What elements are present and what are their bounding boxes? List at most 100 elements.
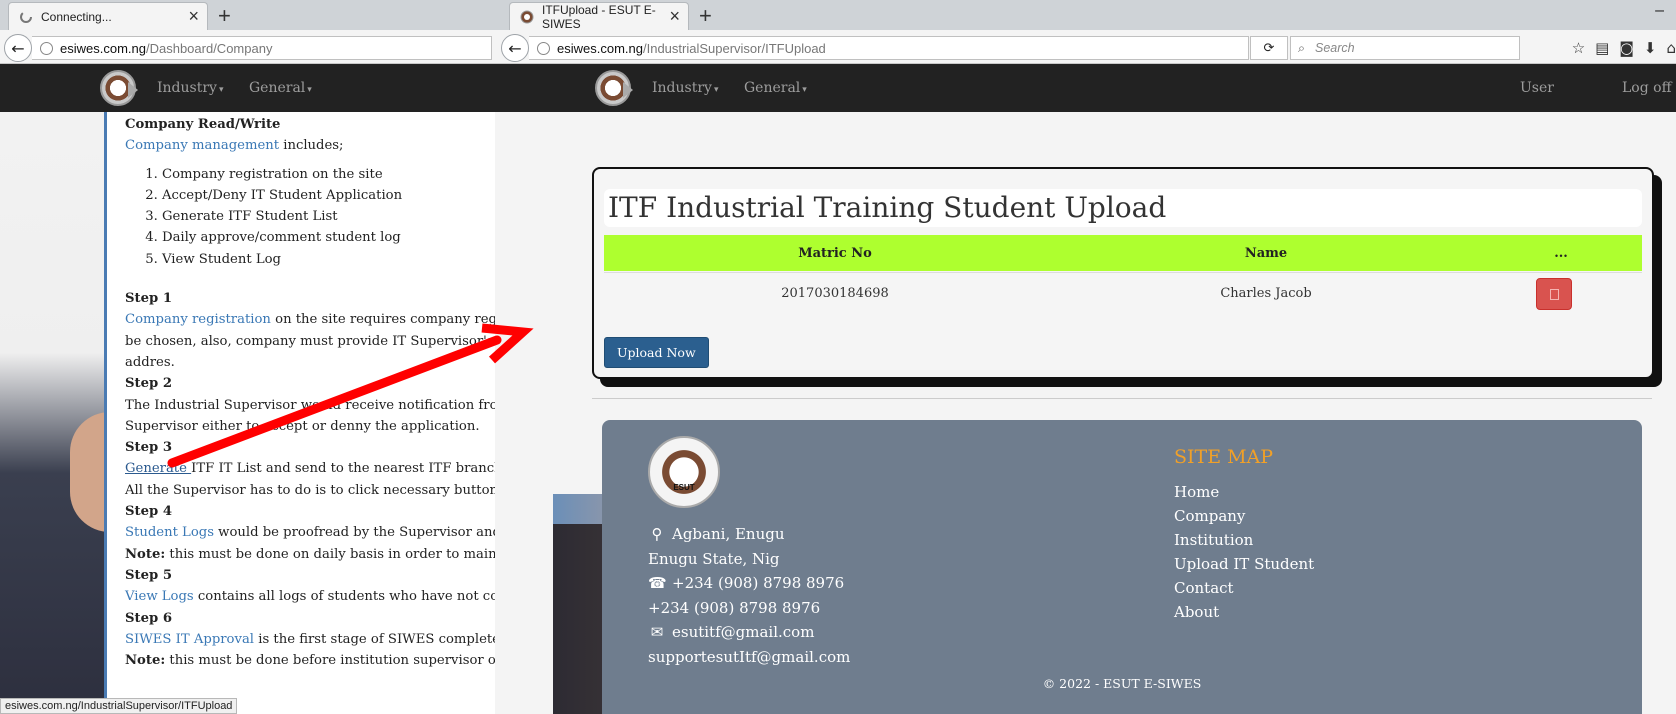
step-title: Step 3 [125,440,172,456]
article-heading: Company Read/Write [125,117,281,132]
trash-icon [1549,288,1559,300]
caret-down-icon: ▾ [802,85,807,95]
url-field[interactable]: esiwes.com.ng/Dashboard/Company [32,36,492,60]
sitemap-link-contact[interactable]: Contact [1174,576,1314,600]
sitemap-link-about[interactable]: About [1174,600,1314,624]
caret-down-icon: ▾ [713,85,719,95]
view-logs-link[interactable]: View Logs [125,589,194,604]
sitemap-link-upload-it-student[interactable]: Upload IT Student [1174,552,1314,576]
step-text: ITF IT List and send to the nearest ITF … [191,461,495,477]
step-text: be chosen, also, company must provide IT… [125,333,495,349]
phone-number: +234 (908) 8798 8976 [648,598,821,617]
globe-icon [40,42,53,55]
tab-title: Connecting... [41,9,112,24]
phone-icon: ☎ [648,574,667,592]
siwes-it-approval-link[interactable]: SIWES IT Approval [125,632,254,647]
esut-logo-icon[interactable] [595,70,633,106]
pocket-icon[interactable]: ◙ [1619,39,1634,57]
student-logs-link[interactable]: Student Logs [125,525,214,540]
list-item: Accept/Deny IT Student Application [162,185,495,206]
sitemap-link-company[interactable]: Company [1174,504,1314,528]
sitemap-link-institution[interactable]: Institution [1174,528,1314,552]
back-button[interactable]: ← [4,34,32,62]
new-tab-icon[interactable]: + [699,3,712,29]
caret-down-icon: ▾ [218,85,224,95]
back-button[interactable]: ← [501,34,529,62]
navbar: Industry ▾ General ▾ User Log off [495,64,1676,112]
sitemap-title: SITE MAP [1174,446,1274,468]
background-photo [0,112,110,714]
matric-no-cell: 2017030184698 [781,286,889,301]
nav-industry-label: Industry [652,80,712,96]
company-registration-link[interactable]: Company registration [125,312,271,327]
minimize-window-icon[interactable]: – [1655,2,1664,20]
address-line: Agbani, Enugu [672,525,785,543]
nav-user-link[interactable]: User [1520,80,1554,96]
nav-logoff-link[interactable]: Log off [1622,80,1672,96]
phone-number: +234 (908) 8798 8976 [672,574,845,592]
bookmark-star-icon[interactable]: ☆ [1572,39,1585,57]
copyright: © 2022 - ESUT E-SIWES [1042,676,1202,691]
nav-general-dropdown[interactable]: General ▾ [249,80,312,96]
home-icon[interactable]: ⌂ [1666,39,1676,57]
page-body: Company Read/Write Company management in… [0,112,495,714]
table-row: 2017030184698 Charles Jacob [604,272,1642,314]
step-text: contains all logs of students who have n… [193,589,495,605]
download-icon[interactable]: ⬇ [1644,39,1657,57]
new-tab-icon[interactable]: + [218,3,231,29]
envelope-icon: ✉ [650,623,664,641]
step-text: All the Supervisor has to do is to click… [125,482,495,498]
delete-row-button[interactable] [1536,278,1572,310]
site-footer: ESUT ⚲ Agbani, Enugu Enugu State, Nig ☎ +2… [602,420,1642,714]
list-item: Daily approve/comment student log [162,227,495,248]
list-item: Generate ITF Student List [162,206,495,227]
step-text: The Industrial Supervisor would receive … [125,397,495,413]
sitemap-link-home[interactable]: Home [1174,480,1314,504]
nav-industry-dropdown[interactable]: Industry ▾ [157,80,223,96]
search-placeholder: Search [1315,41,1355,55]
close-tab-icon[interactable]: × [188,7,199,25]
search-icon: ⌕ [1298,40,1306,55]
nav-general-label: General [249,80,306,96]
step-text: would be proofread by the Supervisor and… [213,525,495,541]
step-text: addres. [125,354,175,370]
url-path: /IndustrialSupervisor/ITFUpload [642,40,826,56]
help-article: Company Read/Write Company management in… [104,112,495,714]
tab-title: ITFUpload - ESUT E-SIWES [542,2,656,31]
upload-now-button[interactable]: Upload Now [604,337,709,368]
navbar: Industry ▾ General ▾ [0,64,495,112]
column-header: Name [1244,245,1288,261]
logo-text: ESUT [673,483,695,492]
status-bar: esiwes.com.ng/IndustrialSupervisor/ITFUp… [0,698,238,714]
url-host: esiwes.com.ng [557,40,643,56]
nav-general-dropdown[interactable]: General ▾ [744,80,807,96]
tab-connecting[interactable]: Connecting... × [8,2,208,30]
step-text: is the first stage of SIWES complete pro [258,631,495,647]
email-address: supportesutItf@gmail.com [648,647,851,666]
search-input[interactable]: ⌕ Search [1290,36,1520,60]
step-title: Step 6 [125,610,172,626]
url-path: /Dashboard/Company [145,40,273,56]
company-management-link[interactable]: Company management [125,138,279,153]
name-cell: Charles Jacob [1220,286,1312,301]
tab-itfupload[interactable]: ITFUpload - ESUT E-SIWES × [509,2,689,31]
reading-list-icon[interactable]: ▤ [1595,39,1609,57]
nav-industry-dropdown[interactable]: Industry ▾ [652,80,718,96]
caret-down-icon: ▾ [307,85,312,95]
left-browser-window: Connecting... × + ← esiwes.com.ng/Dashbo… [0,0,495,714]
close-tab-icon[interactable]: × [669,7,680,25]
loading-icon [19,10,33,24]
esut-logo-icon[interactable] [100,70,138,106]
email-address: esutitf@gmail.com [672,623,815,641]
reload-button[interactable]: ⟳ [1250,36,1288,60]
generate-link[interactable]: Generate [125,461,191,476]
nav-general-label: General [744,80,801,96]
column-header: Matric No [798,245,872,261]
url-field[interactable]: esiwes.com.ng/IndustrialSupervisor/ITFUp… [529,36,1249,60]
step-title: Step 2 [125,376,172,392]
list-item: Company registration on the site [162,164,495,185]
divider [592,398,1652,399]
address-line: Enugu State, Nig [648,549,780,568]
location-pin-icon: ⚲ [651,525,663,543]
feature-list: Company registration on the site Accept/… [125,164,495,270]
